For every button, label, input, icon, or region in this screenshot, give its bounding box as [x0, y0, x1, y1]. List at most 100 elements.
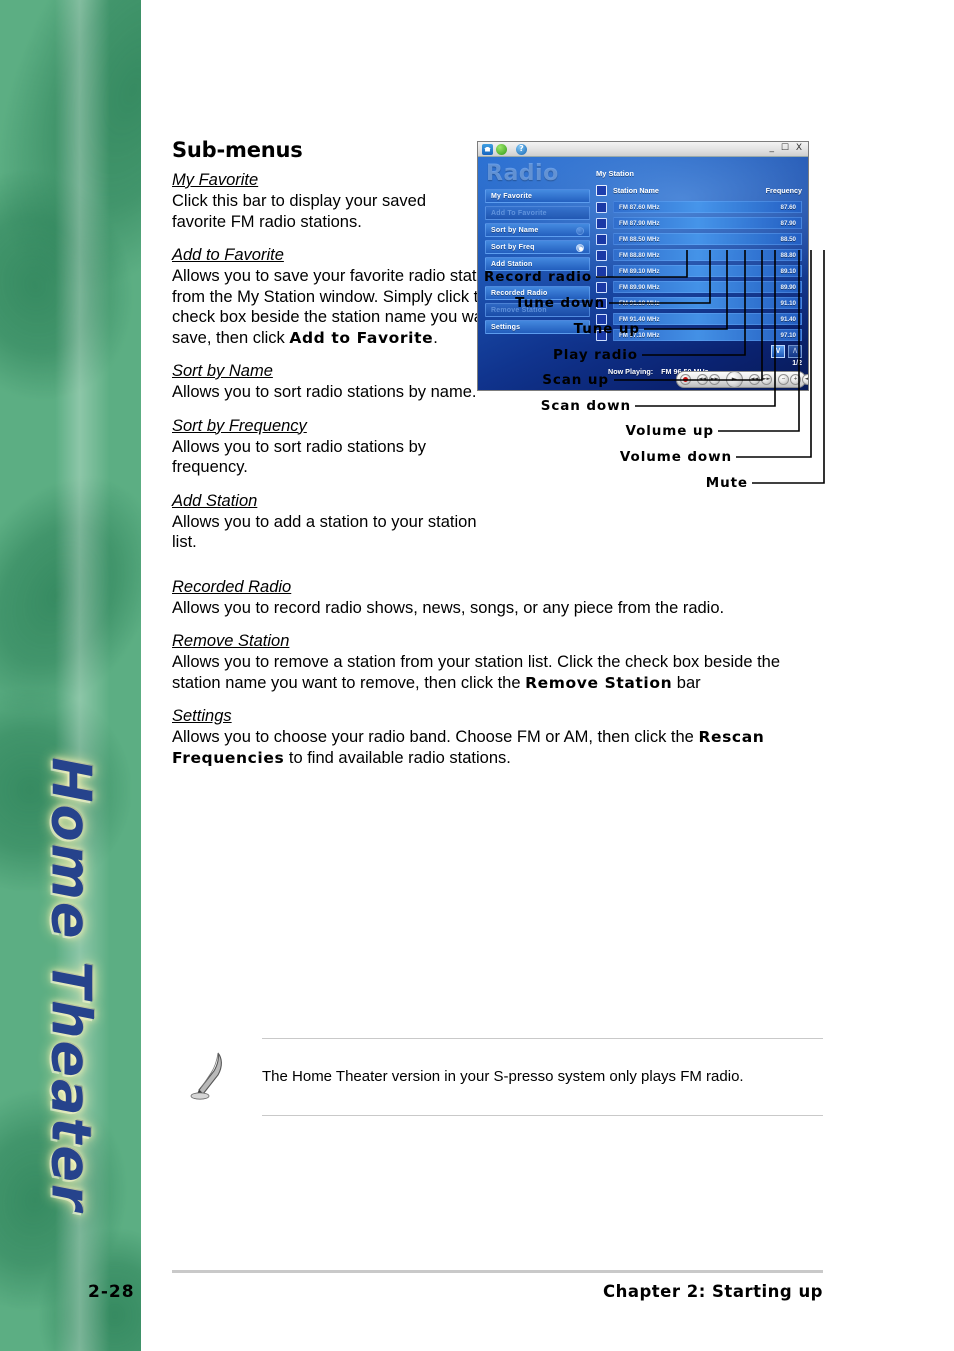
- station-checkbox[interactable]: [596, 217, 607, 229]
- window-buttons[interactable]: _ ☐ X: [770, 143, 804, 153]
- station-checkbox[interactable]: [596, 329, 607, 341]
- section-recorded-radio: Recorded Radio Allows you to record radi…: [172, 577, 823, 619]
- station-checkbox[interactable]: [596, 313, 607, 325]
- station-checkbox[interactable]: [596, 281, 607, 293]
- station-row[interactable]: FM 89.90 MHz 89.90: [596, 280, 802, 294]
- station-name: FM 87.90 MHz: [619, 219, 660, 227]
- body-text: Allows you to sort radio stations by nam…: [172, 383, 477, 401]
- mute-button[interactable]: ◄): [802, 374, 808, 385]
- station-list-header: Station Name Frequency: [596, 182, 802, 198]
- page-count-label: 1/2: [792, 360, 802, 367]
- station-frequency: 97.10: [780, 331, 796, 339]
- app-menu-item-label: Sort by Name: [491, 226, 539, 234]
- station-bar[interactable]: FM 89.10 MHz 89.10: [613, 265, 802, 277]
- station-name: FM 91.10 MHz: [619, 299, 660, 307]
- app-menu-item-add-station[interactable]: Add Station: [485, 257, 590, 271]
- station-bar[interactable]: FM 91.10 MHz 91.10: [613, 297, 802, 309]
- app-menu-item-my-favorite[interactable]: My Favorite: [485, 189, 590, 203]
- app-menu-item-sort-by-freq[interactable]: Sort by Freq: [485, 240, 590, 254]
- home-icon[interactable]: [482, 143, 493, 155]
- app-menu-item-remove-station: Remove Station: [485, 303, 590, 317]
- select-all-checkbox[interactable]: [596, 184, 607, 196]
- station-row[interactable]: FM 89.10 MHz 89.10: [596, 264, 802, 278]
- green-globe-icon[interactable]: [496, 143, 507, 155]
- section-heading: Add Station: [172, 491, 258, 510]
- section-body: Click this bar to display your saved fav…: [172, 191, 482, 232]
- panel-title: My Station: [596, 169, 634, 178]
- station-name: FM 91.40 MHz: [619, 315, 660, 323]
- section-sort-by-frequency: Sort by Frequency Allows you to sort rad…: [172, 416, 482, 478]
- section-body: Allows you to remove a station from your…: [172, 652, 823, 693]
- app-menu-item-recorded-radio[interactable]: Recorded Radio: [485, 286, 590, 300]
- body-text: Allows you to sort radio stations by fre…: [172, 437, 427, 477]
- station-checkbox[interactable]: [596, 265, 607, 277]
- section-heading: My Favorite: [172, 171, 259, 189]
- station-name: FM 88.50 MHz: [619, 235, 660, 243]
- station-panel: My Station Station Name Frequency FM 87.…: [596, 169, 802, 344]
- station-row[interactable]: FM 87.60 MHz 87.60: [596, 200, 802, 214]
- note-callout: The Home Theater version in your S-press…: [172, 1038, 823, 1116]
- section-body: Allows you to record radio shows, news, …: [172, 598, 823, 619]
- station-checkbox[interactable]: [596, 201, 607, 213]
- body-text-after: bar: [672, 673, 701, 692]
- station-row[interactable]: FM 88.80 MHz 88.80: [596, 248, 802, 262]
- radio-button-indicator[interactable]: [576, 227, 584, 235]
- pager-arrows: ∨ ∧: [771, 345, 802, 358]
- station-checkbox[interactable]: [596, 249, 607, 261]
- app-menu-item-label: Add To Favorite: [491, 209, 547, 217]
- play-button[interactable]: ►: [726, 371, 743, 388]
- station-bar[interactable]: FM 88.80 MHz 88.80: [613, 249, 802, 261]
- section-heading: Sort by Frequency: [172, 416, 307, 435]
- station-name: FM 89.90 MHz: [619, 283, 660, 291]
- station-frequency: 89.10: [780, 267, 796, 275]
- station-bar[interactable]: FM 87.60 MHz 87.60: [613, 201, 802, 213]
- scan-down-button[interactable]: ►►: [761, 374, 772, 385]
- page-down-button[interactable]: ∨: [771, 345, 785, 358]
- app-sidebar-menu: My Favorite Add To Favorite Sort by Name So…: [485, 189, 590, 337]
- now-playing-label: Now Playing:: [608, 367, 654, 376]
- station-row[interactable]: FM 88.50 MHz 88.50: [596, 232, 802, 246]
- app-menu-item-settings[interactable]: Settings: [485, 320, 590, 334]
- section-sort-by-name: Sort by Name Allows you to sort radio st…: [172, 361, 482, 403]
- section-heading: Add to Favorite: [172, 246, 284, 264]
- station-frequency: 88.50: [780, 235, 796, 243]
- volume-up-button[interactable]: +: [790, 374, 801, 385]
- section-settings: Settings Allows you to choose your radio…: [172, 706, 823, 768]
- station-checkbox[interactable]: [596, 233, 607, 245]
- app-menu-item-add-to-favorite: Add To Favorite: [485, 206, 590, 220]
- station-bar[interactable]: FM 97.10 MHz 97.10: [613, 329, 802, 341]
- page-up-button[interactable]: ∧: [788, 345, 802, 358]
- app-content: Radio My Favorite Add To Favorite Sort by …: [478, 157, 808, 390]
- tune-down-button[interactable]: ◄◄: [697, 374, 708, 385]
- station-row[interactable]: FM 91.40 MHz 91.40: [596, 312, 802, 326]
- section-body: Allows you to save your favorite radio s…: [172, 266, 517, 348]
- station-name: FM 89.10 MHz: [619, 267, 660, 275]
- record-button[interactable]: [680, 374, 691, 385]
- station-row[interactable]: FM 97.10 MHz 97.10: [596, 328, 802, 342]
- app-menu-item-label: Settings: [491, 323, 521, 331]
- station-row[interactable]: FM 87.90 MHz 87.90: [596, 216, 802, 230]
- section-body: Allows you to choose your radio band. Ch…: [172, 727, 823, 768]
- vertical-title-container: Home Theater: [0, 735, 141, 1235]
- body-text: Allows you to record radio shows, news, …: [172, 598, 725, 617]
- section-add-to-favorite: Add to Favorite Allows you to save your …: [172, 245, 517, 348]
- radio-button-indicator[interactable]: [576, 244, 584, 252]
- station-frequency: 91.40: [780, 315, 796, 323]
- section-heading: Settings: [172, 707, 232, 725]
- station-bar[interactable]: FM 88.50 MHz 88.50: [613, 233, 802, 245]
- section-add-station: Add Station Allows you to add a station …: [172, 491, 482, 553]
- station-name: FM 88.80 MHz: [619, 251, 660, 259]
- volume-down-button[interactable]: −: [778, 374, 789, 385]
- station-checkbox[interactable]: [596, 297, 607, 309]
- app-menu-item-sort-by-name[interactable]: Sort by Name: [485, 223, 590, 237]
- scan-up-button[interactable]: ◄◄: [749, 374, 760, 385]
- help-icon[interactable]: [516, 143, 527, 155]
- station-bar[interactable]: FM 91.40 MHz 91.40: [613, 313, 802, 325]
- section-remove-station: Remove Station Allows you to remove a st…: [172, 631, 823, 693]
- station-list: FM 87.60 MHz 87.60 FM 87.90 MHz 87.90 FM 88.…: [596, 200, 802, 342]
- station-bar[interactable]: FM 89.90 MHz 89.90: [613, 281, 802, 293]
- station-row[interactable]: FM 91.10 MHz 91.10: [596, 296, 802, 310]
- section-heading: Recorded Radio: [172, 577, 292, 596]
- station-bar[interactable]: FM 87.90 MHz 87.90: [613, 217, 802, 229]
- tune-up-button[interactable]: ►►: [709, 374, 720, 385]
